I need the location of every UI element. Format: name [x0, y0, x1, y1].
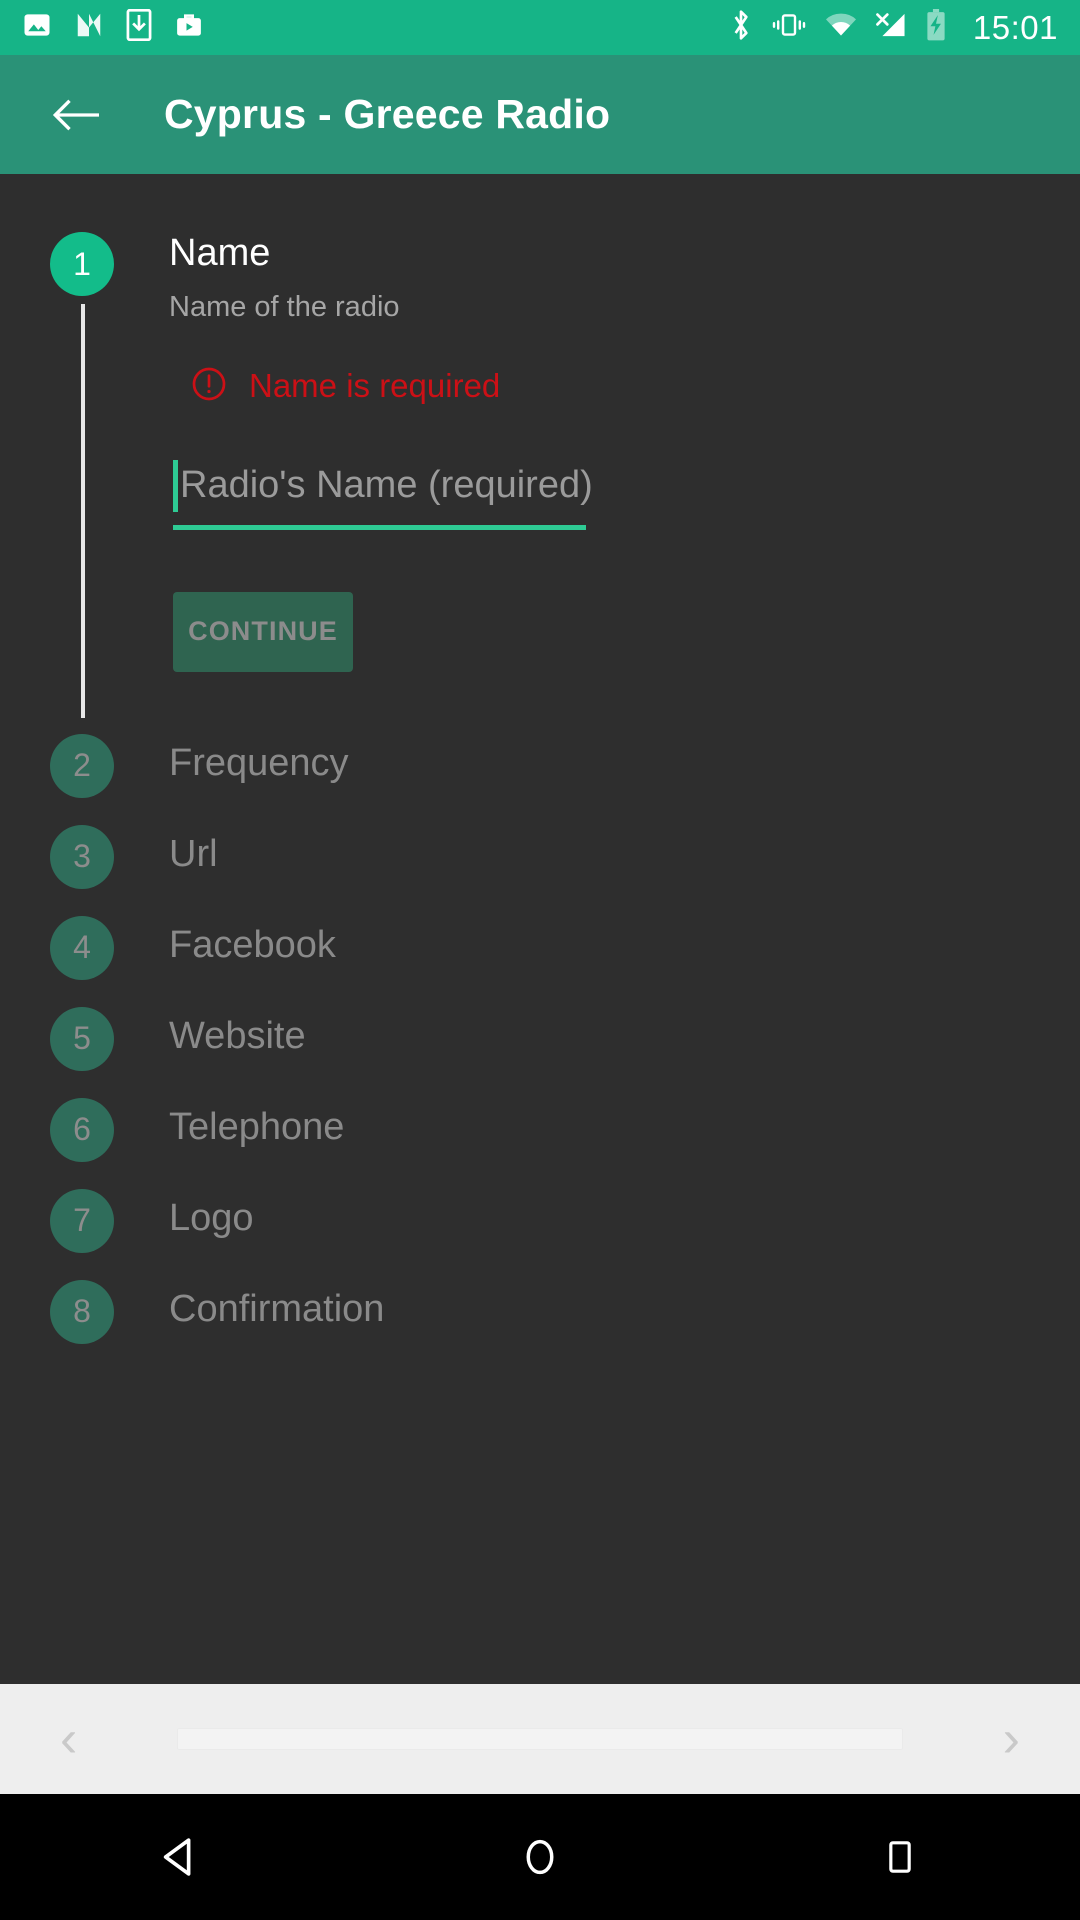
- step-1-name[interactable]: 1 Name Name of the radio Name is require…: [0, 174, 1080, 718]
- step-7-number-badge: 7: [50, 1188, 114, 1253]
- step-3-indicator-column: 3: [50, 824, 114, 889]
- step-7-logo[interactable]: 7 Logo: [0, 1188, 1080, 1280]
- step-2-frequency[interactable]: 2 Frequency: [0, 733, 1080, 825]
- step-1-indicator-column: 1: [50, 232, 114, 718]
- step-8-confirmation[interactable]: 8 Confirmation: [0, 1279, 1080, 1371]
- step-8-number-badge: 8: [50, 1279, 114, 1344]
- step-1-connector-line: [81, 304, 85, 718]
- vibrate-icon: [771, 10, 807, 45]
- image-icon: [22, 10, 52, 45]
- step-5-title: Website: [169, 1014, 306, 1057]
- download-icon: [126, 8, 152, 46]
- step-3-url[interactable]: 3 Url: [0, 824, 1080, 916]
- toolbar: Cyprus - Greece Radio: [0, 55, 1080, 174]
- chevron-right-icon[interactable]: ›: [1003, 1713, 1020, 1765]
- step-2-indicator-column: 2: [50, 733, 114, 798]
- step-4-body: Facebook: [114, 916, 1080, 966]
- step-6-body: Telephone: [114, 1098, 1080, 1148]
- input-underline: [173, 524, 586, 530]
- step-1-error-text: Name is required: [249, 367, 501, 405]
- nav-back-button[interactable]: [120, 1797, 240, 1917]
- step-5-website[interactable]: 5 Website: [0, 1006, 1080, 1098]
- step-8-body: Confirmation: [114, 1280, 1080, 1330]
- step-7-body: Logo: [114, 1189, 1080, 1239]
- page-title: Cyprus - Greece Radio: [164, 91, 611, 137]
- step-1-number-badge: 1: [50, 232, 114, 296]
- radio-name-input[interactable]: Radio's Name (required): [173, 453, 593, 530]
- step-2-body: Frequency: [114, 734, 1080, 784]
- step-8-title: Confirmation: [169, 1287, 385, 1330]
- step-3-number-badge: 3: [50, 824, 114, 889]
- nav-home-button[interactable]: [480, 1797, 600, 1917]
- android-navigation-bar: [0, 1794, 1080, 1920]
- step-2-title: Frequency: [169, 741, 349, 784]
- radio-name-input-placeholder: Radio's Name (required): [180, 464, 593, 507]
- bluetooth-icon: [729, 9, 753, 46]
- suggestion-track[interactable]: [177, 1728, 903, 1750]
- wifi-icon: [825, 12, 857, 43]
- step-4-title: Facebook: [169, 923, 336, 966]
- step-5-body: Website: [114, 1007, 1080, 1057]
- step-4-indicator-column: 4: [50, 915, 114, 980]
- back-button[interactable]: [48, 87, 104, 143]
- step-5-indicator-column: 5: [50, 1006, 114, 1071]
- step-3-title: Url: [169, 832, 218, 875]
- status-bar-right-icons: 15:01: [729, 9, 1058, 47]
- no-signal-icon: [875, 11, 907, 44]
- step-6-number-badge: 6: [50, 1097, 114, 1162]
- keyboard-suggestion-strip: ‹ ›: [0, 1684, 1080, 1794]
- step-5-number-badge: 5: [50, 1006, 114, 1071]
- battery-charging-icon: [925, 9, 947, 46]
- step-6-telephone[interactable]: 6 Telephone: [0, 1097, 1080, 1189]
- radio-name-input-inner: Radio's Name (required): [173, 453, 593, 519]
- error-circle-exclamation-icon: [191, 366, 227, 407]
- android-n-icon: [74, 10, 104, 45]
- status-bar-clock: 15:01: [972, 8, 1058, 46]
- status-bar-left-icons: [22, 8, 204, 46]
- text-cursor-icon: [173, 459, 178, 512]
- step-3-body: Url: [114, 825, 1080, 875]
- step-7-indicator-column: 7: [50, 1188, 114, 1253]
- play-store-briefcase-icon: [174, 10, 204, 45]
- step-4-number-badge: 4: [50, 915, 114, 980]
- step-1-error: Name is required: [191, 366, 1080, 407]
- step-1-subtitle: Name of the radio: [169, 290, 400, 323]
- step-6-indicator-column: 6: [50, 1097, 114, 1162]
- app-root: 15:01 Cyprus - Greece Radio 1 Name Name …: [0, 0, 1080, 1920]
- nav-recents-button[interactable]: [840, 1797, 960, 1917]
- step-6-title: Telephone: [169, 1105, 345, 1148]
- step-4-facebook[interactable]: 4 Facebook: [0, 915, 1080, 1007]
- step-8-indicator-column: 8: [50, 1279, 114, 1344]
- status-bar: 15:01: [0, 0, 1080, 55]
- stepper-content: 1 Name Name of the radio Name is require…: [0, 174, 1080, 1684]
- step-1-title: Name: [169, 232, 271, 274]
- continue-button[interactable]: CONTINUE: [173, 591, 353, 672]
- step-2-number-badge: 2: [50, 733, 114, 798]
- step-7-title: Logo: [169, 1196, 254, 1239]
- step-1-body: Name Name of the radio Name is required …: [114, 232, 1080, 712]
- chevron-left-icon[interactable]: ‹: [60, 1713, 77, 1765]
